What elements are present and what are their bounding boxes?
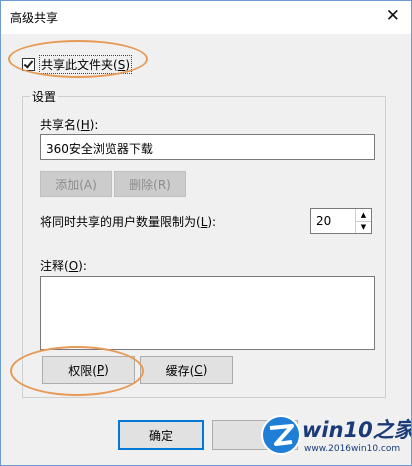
settings-group-label: 设置 bbox=[30, 88, 59, 105]
comment-label: 注释(O): bbox=[40, 259, 87, 273]
checkbox-check-icon[interactable] bbox=[22, 57, 35, 71]
cache-button[interactable]: 缓存(C) bbox=[140, 356, 233, 384]
watermark-logo: win10之家 www.2016win10.com bbox=[258, 410, 412, 466]
user-limit-value[interactable]: 20 bbox=[316, 214, 331, 228]
user-limit-label: 将同时共享的用户数量限制为(L): bbox=[40, 215, 217, 229]
watermark-url: www.2016win10.com bbox=[304, 444, 401, 454]
user-limit-spinner[interactable]: 20 ▲ ▼ bbox=[310, 208, 372, 234]
spin-down-icon[interactable]: ▼ bbox=[356, 221, 371, 233]
close-icon[interactable]: ✕ bbox=[386, 6, 400, 26]
watermark-emblem-icon bbox=[261, 415, 301, 455]
watermark-text: win10之家 bbox=[302, 418, 412, 442]
ok-button[interactable]: 确定 bbox=[118, 420, 204, 450]
share-folder-checkbox[interactable]: 共享此文件夹(S) bbox=[22, 54, 132, 74]
add-button[interactable]: 添加(A) bbox=[40, 171, 112, 197]
share-name-value: 360安全浏览器下载 bbox=[46, 142, 153, 156]
share-name-label: 共享名(H): bbox=[40, 118, 99, 132]
window-title: 高级共享 bbox=[10, 11, 59, 25]
spinner-buttons: ▲ ▼ bbox=[355, 209, 371, 233]
share-name-input[interactable]: 360安全浏览器下载 bbox=[40, 134, 375, 160]
remove-button[interactable]: 删除(R) bbox=[114, 171, 186, 197]
comment-textarea[interactable] bbox=[40, 276, 375, 350]
permissions-button[interactable]: 权限(P) bbox=[42, 356, 135, 384]
share-folder-label: 共享此文件夹(S) bbox=[39, 54, 132, 74]
title-bar: 高级共享 ✕ bbox=[0, 0, 412, 34]
